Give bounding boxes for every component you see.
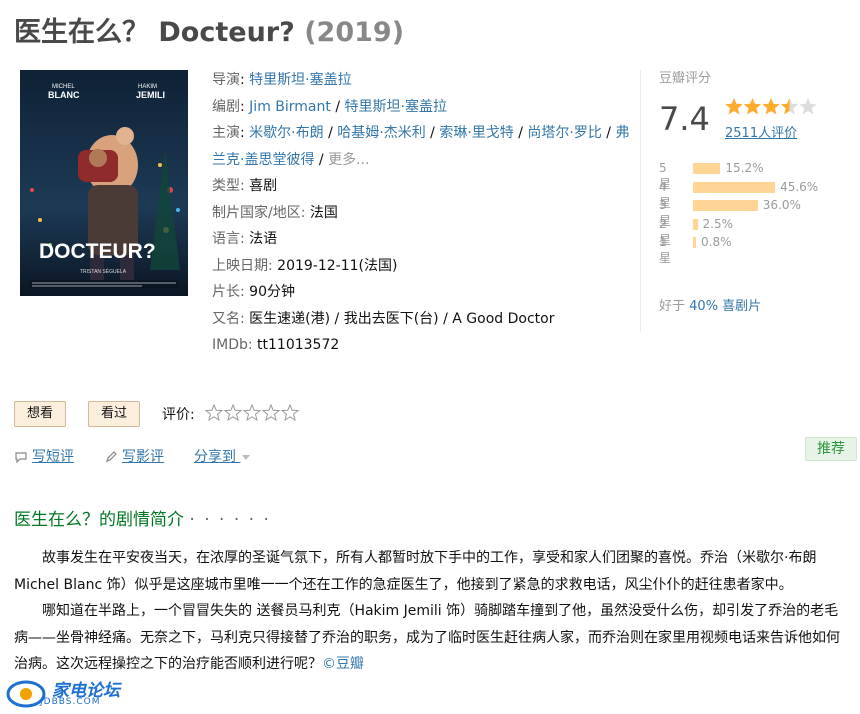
- watermark-subtext: JDBBS.COM: [40, 697, 101, 707]
- director-row: 导演: 特里斯坦·塞盖拉: [212, 72, 352, 88]
- rating-label: 豆瓣评分: [659, 71, 712, 86]
- imdb-value: tt11013572: [257, 337, 340, 353]
- rating-bar-percent: 2.5%: [702, 216, 734, 231]
- summary-title: 医生在么？的剧情简介: [14, 510, 184, 530]
- movie-info: 导演: 特里斯坦·塞盖拉 编剧: Jim Birmant / 特里斯坦·塞盖拉 …: [212, 67, 632, 359]
- movie-year: (2019): [304, 17, 405, 48]
- long-review-label: 写影评: [122, 449, 164, 465]
- rating-votes-link[interactable]: 2511人评价: [725, 122, 797, 141]
- writer-label: 编剧: [212, 98, 240, 115]
- rating-bar: [693, 218, 698, 230]
- info-divider: [640, 70, 641, 332]
- movie-poster[interactable]: MICHEL BLANC HAKIM JEMILI DOCTEUR? TRIST…: [20, 70, 188, 296]
- rating-better-than: 好于 40% 喜剧片: [659, 295, 761, 314]
- poster-actor-left-last: BLANC: [48, 90, 80, 100]
- rating-bar: [693, 200, 758, 211]
- rating-panel: 豆瓣评分 7.4 2511人评价 5星 15.2% 4星 45.6% 3星 36.0% 2星…: [659, 67, 859, 314]
- poster-actor-right-last: JEMILI: [136, 90, 165, 100]
- rate-label: 评价:: [162, 407, 195, 423]
- chevron-down-icon: [242, 455, 251, 460]
- star-icon: [743, 98, 762, 115]
- poster-logo: DOCTEUR?: [39, 240, 156, 263]
- star-icon: [799, 98, 817, 115]
- release-label: 上映日期:: [212, 257, 273, 274]
- poster-credit: TRISTAN SÉGUELA: [80, 268, 127, 275]
- rating-bar-label: 1星: [659, 235, 672, 265]
- director-link[interactable]: 特里斯坦·塞盖拉: [249, 72, 351, 88]
- share-label: 分享到: [194, 449, 236, 465]
- better-prefix: 好于: [659, 299, 686, 314]
- summary-text: 故事发生在平安夜当天，在浓厚的圣诞气氛下，所有人都暂时放下手中的工作，享受和家人…: [14, 545, 846, 678]
- release-value: 2019-12-11(法国): [277, 257, 398, 274]
- writer-link-1[interactable]: Jim Birmant: [249, 99, 331, 115]
- rating-bar-percent: 0.8%: [701, 235, 732, 249]
- poster-image: MICHEL BLANC HAKIM JEMILI DOCTEUR? TRIST…: [20, 70, 188, 296]
- rating-bar: [693, 163, 721, 174]
- country-row: 制片国家/地区: 法国: [212, 200, 632, 227]
- genre-label: 类型:: [212, 178, 245, 194]
- site-watermark: 家电论坛 JDBBS.COM: [6, 676, 136, 712]
- rating-bar: [693, 237, 696, 248]
- director-label: 导演: [212, 72, 240, 88]
- want-to-watch-button[interactable]: 想看: [14, 401, 67, 427]
- better-link[interactable]: 40% 喜剧片: [689, 299, 761, 314]
- runtime-row: 片长: 90分钟: [212, 279, 632, 306]
- aka-label: 又名:: [212, 310, 245, 327]
- rating-score: 7.4: [659, 100, 710, 138]
- recommend-button[interactable]: 推荐: [805, 437, 857, 461]
- cast-label: 主演: [212, 125, 240, 141]
- cast-link[interactable]: 索琳·里戈特: [439, 125, 513, 141]
- language-value: 法语: [249, 231, 278, 247]
- rating-bar: [693, 181, 776, 193]
- star-rating-icon: [725, 98, 817, 115]
- recommend-label: 推荐: [817, 441, 845, 457]
- short-review-label: 写短评: [32, 449, 74, 465]
- want-label: 想看: [27, 406, 54, 421]
- star-icon: [780, 98, 799, 115]
- comment-icon: [15, 452, 27, 464]
- pencil-icon: [106, 451, 117, 462]
- summary-paragraph-1: 故事发生在平安夜当天，在浓厚的圣诞气氛下，所有人都暂时放下手中的工作，享受和家人…: [14, 550, 817, 593]
- summary-dots: · · · · · ·: [189, 510, 271, 530]
- cast-link[interactable]: 哈基姆·杰米利: [337, 125, 425, 141]
- country-label: 制片国家/地区:: [212, 204, 306, 221]
- runtime-label: 片长:: [212, 284, 245, 300]
- writer-row: 编剧: Jim Birmant / 特里斯坦·塞盖拉: [212, 98, 447, 115]
- write-review-link[interactable]: 写影评: [104, 446, 164, 466]
- aka-value: 医生速递(港) / 我出去医下(台) / A Good Doctor: [249, 310, 555, 327]
- release-row: 上映日期: 2019-12-11(法国): [212, 253, 632, 280]
- summary-heading: 医生在么？的剧情简介 · · · · · ·: [14, 505, 271, 530]
- cast-link[interactable]: 米歇尔·布朗: [249, 125, 323, 141]
- watched-label: 看过: [101, 406, 128, 421]
- genre-value: 喜剧: [249, 178, 278, 194]
- language-label: 语言:: [212, 231, 245, 247]
- writer-link-2[interactable]: 特里斯坦·塞盖拉: [345, 99, 447, 115]
- rating-bar-percent: 45.6%: [780, 179, 819, 194]
- runtime-value: 90分钟: [249, 284, 295, 300]
- aka-row: 又名: 医生速递(港) / 我出去医下(台) / A Good Doctor: [212, 306, 632, 333]
- rating-bar-percent: 36.0%: [762, 198, 801, 212]
- language-row: 语言: 法语: [212, 226, 632, 253]
- empty-stars-icon[interactable]: [204, 403, 305, 423]
- movie-title: 医生在么？ Docteur? (2019): [14, 10, 404, 49]
- summary-source-link[interactable]: ©豆瓣: [322, 656, 364, 672]
- movie-title-text: 医生在么？ Docteur?: [14, 17, 295, 48]
- star-icon: [725, 98, 743, 115]
- cast-link[interactable]: 尚塔尔·罗比: [527, 125, 601, 141]
- imdb-row: IMDb: tt11013572: [212, 332, 632, 359]
- rating-stars: [725, 97, 821, 121]
- rating-bar-percent: 15.2%: [725, 161, 764, 175]
- imdb-label: IMDb:: [212, 337, 253, 353]
- country-value: 法国: [309, 204, 338, 221]
- genre-row: 类型: 喜剧: [212, 173, 632, 200]
- share-dropdown[interactable]: 分享到: [194, 446, 256, 466]
- summary-paragraph-2-text: 哪知道在半路上，一个冒冒失失的 送餐员马利克（Hakim Jemili 饰）骑脚…: [14, 603, 840, 672]
- watched-button[interactable]: 看过: [88, 401, 141, 427]
- star-icon: [762, 98, 780, 115]
- cast-row: 主演: 米歇尔·布朗 / 哈基姆·杰米利 / 索琳·里戈特 / 尚塔尔·罗比 /…: [212, 125, 630, 168]
- write-short-review-link[interactable]: 写短评: [14, 446, 74, 466]
- summary-paragraph-2: 哪知道在半路上，一个冒冒失失的 送餐员马利克（Hakim Jemili 饰）骑脚…: [14, 598, 846, 678]
- cast-more-link[interactable]: 更多...: [328, 152, 369, 168]
- rate-stars[interactable]: [204, 403, 305, 427]
